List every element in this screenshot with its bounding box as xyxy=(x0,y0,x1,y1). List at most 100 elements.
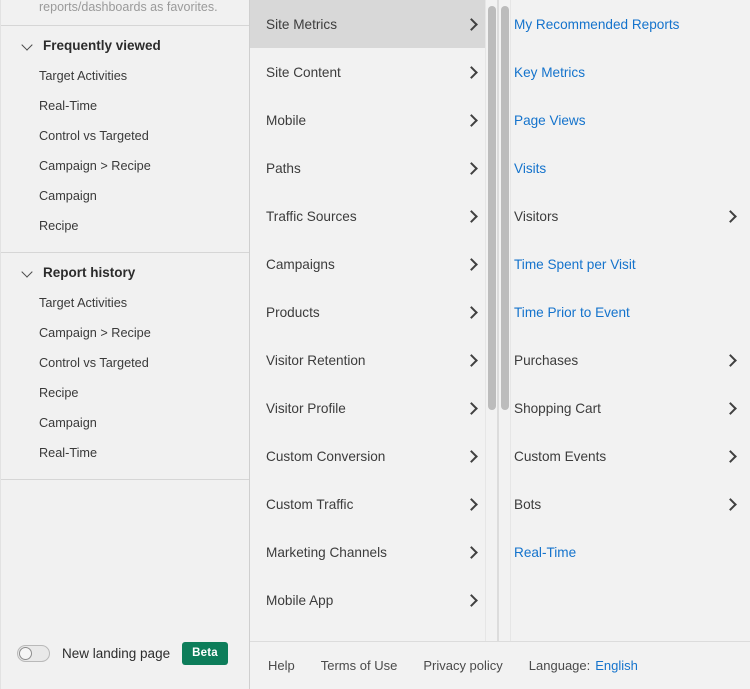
menu-item-label: Custom Conversion xyxy=(266,448,386,464)
menu-item-campaigns[interactable]: Campaigns xyxy=(250,240,497,288)
chevron-right-icon xyxy=(724,450,736,462)
chevron-right-icon xyxy=(465,18,477,30)
footer-link-help[interactable]: Help xyxy=(268,658,295,673)
menu-item-page-views[interactable]: Page Views xyxy=(499,96,750,144)
sidebar-section-frequently-viewed: Frequently viewed Target Activities Real… xyxy=(1,26,249,253)
chevron-right-icon xyxy=(465,546,477,558)
menu-item-mobile-app[interactable]: Mobile App xyxy=(250,576,497,624)
menu-item-label: Shopping Cart xyxy=(514,400,601,416)
menu-item-real-time[interactable]: Real-Time xyxy=(499,528,750,576)
chevron-placeholder xyxy=(724,18,736,30)
menu-item-label: Visitor Retention xyxy=(266,352,366,368)
menu-item-label: Traffic Sources xyxy=(266,208,357,224)
menu-item-time-prior-to-event[interactable]: Time Prior to Event xyxy=(499,288,750,336)
menu-item-mobile[interactable]: Mobile xyxy=(250,96,497,144)
menu-item-key-metrics[interactable]: Key Metrics xyxy=(499,48,750,96)
chevron-placeholder xyxy=(724,546,736,558)
menu-item-traffic-sources[interactable]: Traffic Sources xyxy=(250,192,497,240)
menu-item-visitor-retention[interactable]: Visitor Retention xyxy=(250,336,497,384)
menu-item-label: Site Metrics xyxy=(266,16,338,32)
chevron-placeholder xyxy=(724,66,736,78)
menu-item-label: Visits xyxy=(514,160,547,176)
sidebar-history-item-campaign[interactable]: Campaign xyxy=(1,408,249,438)
footer-link-terms[interactable]: Terms of Use xyxy=(321,658,398,673)
sidebar-history-item-control-vs-targeted[interactable]: Control vs Targeted xyxy=(1,348,249,378)
menu-item-label: Campaigns xyxy=(266,256,335,272)
chevron-down-icon xyxy=(22,267,33,278)
menu-item-custom-events[interactable]: Custom Events xyxy=(499,432,750,480)
chevron-right-icon xyxy=(724,498,736,510)
sidebar-section-header-frequently-viewed[interactable]: Frequently viewed xyxy=(1,26,249,61)
menu-panel: Site Metrics Site Content Mobile Paths T… xyxy=(250,0,750,689)
language-label: Language: xyxy=(528,658,591,673)
chevron-placeholder xyxy=(724,258,736,270)
menu-item-label: Visitor Profile xyxy=(266,400,346,416)
menu-item-label: Products xyxy=(266,304,320,320)
chevron-right-icon xyxy=(724,402,736,414)
menu-item-purchases[interactable]: Purchases xyxy=(499,336,750,384)
scrollbar-thumb[interactable] xyxy=(488,6,496,411)
sidebar-history-item-real-time[interactable]: Real-Time xyxy=(1,438,249,468)
menu-item-shopping-cart[interactable]: Shopping Cart xyxy=(499,384,750,432)
sidebar-section-report-history: Report history Target Activities Campaig… xyxy=(1,253,249,480)
menu-item-my-recommended-reports[interactable]: My Recommended Reports xyxy=(499,0,750,48)
menu-item-products[interactable]: Products xyxy=(250,288,497,336)
new-landing-page-toggle[interactable] xyxy=(17,645,50,662)
menu-item-label: Mobile App xyxy=(266,592,334,608)
menu-item-label: Visitors xyxy=(514,208,559,224)
menu-item-custom-conversion[interactable]: Custom Conversion xyxy=(250,432,497,480)
menu-item-label: Site Content xyxy=(266,64,341,80)
menu-column-1-scrollbar[interactable] xyxy=(485,0,497,641)
footer-link-privacy[interactable]: Privacy policy xyxy=(423,658,502,673)
menu-item-label: Page Views xyxy=(514,112,586,128)
menu-item-label: Purchases xyxy=(514,352,579,368)
chevron-right-icon xyxy=(465,66,477,78)
chevron-right-icon xyxy=(465,354,477,366)
sidebar-intro-text: reports/dashboards as favorites. xyxy=(1,0,249,26)
menu-item-site-content[interactable]: Site Content xyxy=(250,48,497,96)
menu-item-site-metrics[interactable]: Site Metrics xyxy=(250,0,497,48)
menu-column-2-scrollbar[interactable] xyxy=(499,0,511,641)
scrollbar-thumb[interactable] xyxy=(501,6,509,411)
menu-item-label: Time Spent per Visit xyxy=(514,256,636,272)
chevron-right-icon xyxy=(465,210,477,222)
sidebar-section-header-report-history[interactable]: Report history xyxy=(1,253,249,288)
menu-column-site-metrics-reports: My Recommended Reports Key Metrics Page … xyxy=(498,0,750,641)
chevron-right-icon xyxy=(724,210,736,222)
menu-item-paths[interactable]: Paths xyxy=(250,144,497,192)
menu-item-marketing-channels[interactable]: Marketing Channels xyxy=(250,528,497,576)
footer-language: Language: English xyxy=(529,658,638,673)
sidebar-item-campaign[interactable]: Campaign xyxy=(1,181,249,211)
menu-item-time-spent-per-visit[interactable]: Time Spent per Visit xyxy=(499,240,750,288)
sidebar-item-control-vs-targeted[interactable]: Control vs Targeted xyxy=(1,121,249,151)
sidebar-item-target-activities[interactable]: Target Activities xyxy=(1,61,249,91)
sidebar-item-real-time[interactable]: Real-Time xyxy=(1,91,249,121)
sidebar-history-item-campaign-recipe[interactable]: Campaign > Recipe xyxy=(1,318,249,348)
beta-badge[interactable]: Beta xyxy=(182,642,228,665)
chevron-right-icon xyxy=(724,354,736,366)
chevron-right-icon xyxy=(465,258,477,270)
report-menu-overlay: reports/dashboards as favorites. Frequen… xyxy=(0,0,750,689)
menu-column-categories: Site Metrics Site Content Mobile Paths T… xyxy=(250,0,498,641)
chevron-placeholder xyxy=(724,306,736,318)
sidebar-section-title: Frequently viewed xyxy=(43,37,161,53)
menu-item-visits[interactable]: Visits xyxy=(499,144,750,192)
menu-item-visitors[interactable]: Visitors xyxy=(499,192,750,240)
menu-item-label: Time Prior to Event xyxy=(514,304,630,320)
sidebar-history-item-recipe[interactable]: Recipe xyxy=(1,378,249,408)
menu-item-label: Marketing Channels xyxy=(266,544,387,560)
language-value[interactable]: English xyxy=(595,658,638,673)
chevron-placeholder xyxy=(724,114,736,126)
sidebar-history-item-target-activities[interactable]: Target Activities xyxy=(1,288,249,318)
chevron-right-icon xyxy=(465,450,477,462)
chevron-right-icon xyxy=(465,114,477,126)
menu-item-custom-traffic[interactable]: Custom Traffic xyxy=(250,480,497,528)
menu-item-bots[interactable]: Bots xyxy=(499,480,750,528)
chevron-right-icon xyxy=(465,162,477,174)
sidebar-section-title: Report history xyxy=(43,264,136,280)
sidebar-item-campaign-recipe[interactable]: Campaign > Recipe xyxy=(1,151,249,181)
menu-item-visitor-profile[interactable]: Visitor Profile xyxy=(250,384,497,432)
menu-item-label: Mobile xyxy=(266,112,307,128)
sidebar-item-recipe[interactable]: Recipe xyxy=(1,211,249,241)
